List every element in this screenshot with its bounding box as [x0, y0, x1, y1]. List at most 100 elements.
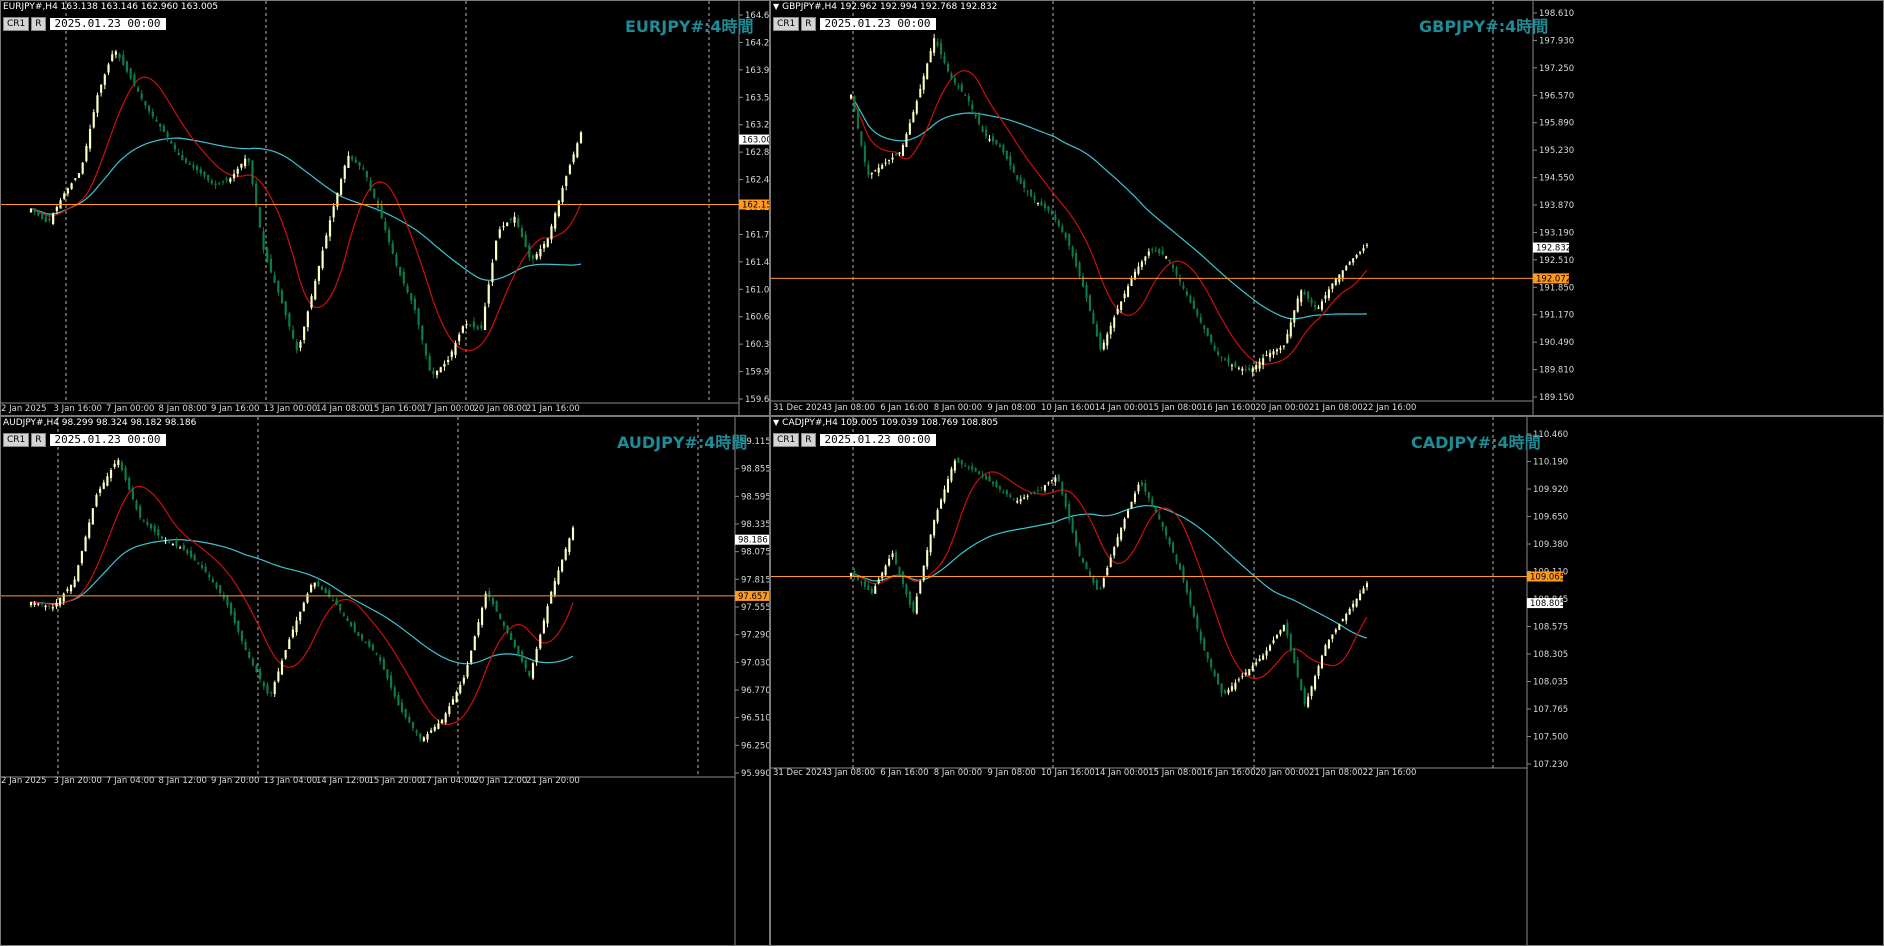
candle-body — [853, 570, 856, 577]
candle-body — [957, 86, 960, 88]
level-price-label: 97.657 — [738, 592, 768, 602]
candle-body — [179, 547, 182, 549]
cr1-button[interactable]: CR1 — [3, 432, 30, 447]
candle-body — [1161, 522, 1164, 528]
chart-panel-cadjpy[interactable]: 110.460110.190109.920109.650109.380109.1… — [770, 416, 1884, 946]
candle-body — [211, 579, 214, 583]
cr1-button[interactable]: CR1 — [773, 432, 800, 447]
chart-panel-audjpy[interactable]: 99.115 98.855 98.595 98.335 98.075 97.815 97.5… — [0, 416, 770, 946]
x-tick-label: 14 Jan 00:00 — [1095, 768, 1149, 778]
candle-body — [1220, 683, 1223, 694]
candle-body — [991, 136, 995, 142]
candle-body — [1352, 603, 1355, 608]
candle-body — [80, 551, 84, 564]
candle-body — [122, 54, 125, 65]
candle-body — [232, 173, 236, 179]
x-tick-label: 13 Jan 04:00 — [264, 776, 318, 786]
candle-body — [186, 549, 189, 554]
candle-body — [940, 499, 943, 509]
candle-body — [226, 595, 229, 606]
candle-body — [465, 323, 468, 325]
candle-body — [535, 648, 538, 663]
candle-body — [443, 363, 446, 367]
x-tick-label: 6 Jan 16:00 — [880, 403, 928, 413]
y-tick-label: 98.335 — [741, 520, 770, 530]
x-tick-label: 6 Jan 16:00 — [880, 768, 928, 778]
candle-body — [1019, 499, 1022, 502]
current-price-label: 108.805 — [1530, 599, 1565, 609]
candle-body — [881, 165, 884, 169]
candle-body — [1158, 249, 1161, 254]
candle-body — [1296, 660, 1299, 677]
candle-body — [950, 468, 953, 481]
ma-short-line — [850, 471, 1368, 680]
x-tick-label: 7 Jan 00:00 — [106, 404, 154, 414]
r-button[interactable]: R — [31, 16, 46, 31]
candle-body — [1269, 645, 1272, 651]
candle-body — [1033, 195, 1036, 201]
candle-body — [342, 613, 345, 616]
candle-body — [399, 267, 402, 276]
candle-body — [953, 78, 956, 84]
candle-body — [462, 677, 465, 684]
x-tick-label: 20 Jan 00:00 — [1255, 768, 1309, 778]
candle-body — [531, 255, 535, 260]
candle-body — [517, 646, 520, 655]
candle-body — [269, 258, 273, 273]
candle-body — [91, 508, 94, 525]
candle-body — [40, 602, 43, 605]
candle-body — [113, 463, 116, 468]
candle-body — [502, 226, 505, 228]
eurjpy-chart: 164.640164.280163.920163.560163.200162.8… — [1, 1, 770, 415]
candle-body — [29, 601, 33, 606]
candle-body — [408, 716, 411, 723]
candle-body — [1307, 291, 1310, 299]
candle-body — [905, 584, 908, 595]
candle-body — [978, 471, 981, 474]
candle-body — [933, 38, 936, 53]
candle-body — [1127, 286, 1130, 297]
candle-body — [495, 601, 498, 612]
x-tick-label: 15 Jan 08:00 — [1148, 768, 1202, 778]
candle-body — [943, 55, 946, 63]
y-tick-label: 191.170 — [1539, 311, 1574, 321]
candle-body — [1255, 365, 1258, 370]
y-tick-label: 196.570 — [1539, 91, 1574, 101]
ma-long-line — [30, 538, 574, 665]
chart-title: CADJPY#:4時間 — [1411, 433, 1541, 452]
x-tick-label: 16 Jan 16:00 — [1202, 768, 1256, 778]
cr1-button[interactable]: CR1 — [773, 16, 800, 31]
candle-body — [168, 541, 171, 543]
candle-body — [1234, 682, 1237, 690]
r-button[interactable]: R — [801, 432, 816, 447]
candle-body — [1185, 581, 1188, 593]
candle-body — [88, 129, 92, 149]
candle-body — [66, 188, 70, 194]
candle-body — [447, 359, 450, 363]
candle-body — [247, 158, 250, 162]
chart-panel-eurjpy[interactable]: 164.640164.280163.920163.560163.200162.8… — [0, 0, 770, 416]
x-tick-label: 22 Jan 16:00 — [1363, 403, 1417, 413]
candle-body — [51, 607, 54, 609]
candle-body — [391, 243, 394, 254]
candle-body — [382, 659, 385, 670]
candle-body — [1095, 580, 1098, 590]
candle-body — [451, 699, 455, 705]
candle-body — [922, 565, 925, 581]
chart-panel-gbpjpy[interactable]: 198.610 197.930 197.250 196.570 195.890 195.2… — [770, 0, 1884, 416]
candle-body — [957, 457, 960, 463]
candle-body — [985, 475, 988, 480]
chart-toolbar: CR1 R 2025.01.23 00:00 — [3, 16, 166, 31]
candle-body — [542, 243, 546, 249]
ma-short-line — [850, 70, 1368, 365]
r-button[interactable]: R — [31, 432, 46, 447]
cr1-button[interactable]: CR1 — [3, 16, 30, 31]
candle-body — [92, 112, 95, 128]
candle-body — [99, 488, 102, 493]
candle-body — [133, 74, 136, 86]
candle-body — [1172, 264, 1175, 269]
r-button[interactable]: R — [801, 16, 816, 31]
candle-body — [1127, 510, 1130, 518]
y-tick-label: 160.680 — [745, 313, 770, 323]
candle-body — [364, 642, 367, 644]
